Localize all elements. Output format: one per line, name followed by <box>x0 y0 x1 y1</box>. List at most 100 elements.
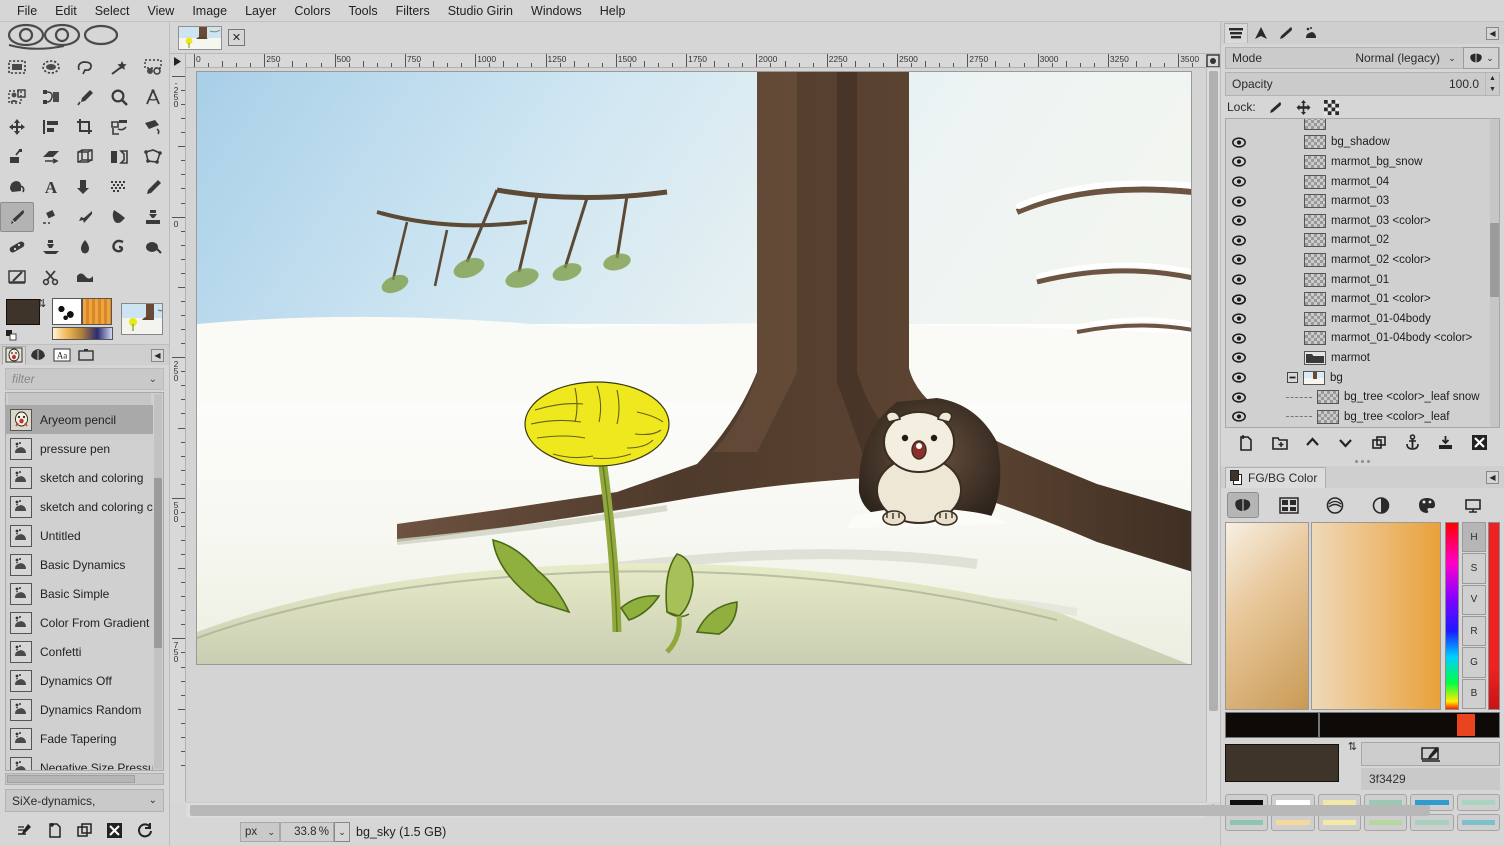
mypaint-brush-icon[interactable] <box>0 262 34 292</box>
layer-row-child[interactable]: bg_tree <color>_leaf <box>1226 407 1489 427</box>
opacity-spinner[interactable]: ▲▼ <box>1485 73 1499 95</box>
dynamics-list[interactable]: Aryeom pencil pressure pen sketch and co… <box>5 392 164 771</box>
zoom-dropdown-button[interactable]: ⌄ <box>334 822 350 842</box>
dynamics-item-dynamics-off[interactable]: Dynamics Off <box>6 666 153 695</box>
layer-row-child[interactable]: bg_tree <color>_leaf snow <box>1226 387 1489 407</box>
refresh-dynamics-icon[interactable] <box>132 819 156 841</box>
color-shade-left[interactable] <box>1225 522 1309 710</box>
layer-name[interactable]: marmot_04 <box>1331 176 1389 188</box>
layer-group-expander-icon[interactable] <box>1286 372 1298 383</box>
dynamics-item-negative-size-pressure[interactable]: Negative Size Pressure <box>6 753 153 770</box>
bucket-fill-icon[interactable] <box>0 172 34 202</box>
layer-visibility-icon[interactable] <box>1232 254 1246 265</box>
layer-visibility-icon[interactable] <box>1232 156 1246 167</box>
layer-name[interactable]: marmot_02 <color> <box>1331 254 1431 266</box>
duplicate-layer-icon[interactable] <box>1367 431 1391 453</box>
color-shade-main[interactable] <box>1311 522 1441 710</box>
dynamics-item-basic-dynamics[interactable]: Basic Dynamics <box>6 550 153 579</box>
new-layer-group-icon[interactable] <box>1267 431 1291 453</box>
edit-dynamics-icon[interactable] <box>13 819 37 841</box>
scissors-select-icon[interactable] <box>34 262 68 292</box>
dynamics-item-dynamics-random[interactable]: Dynamics Random <box>6 695 153 724</box>
layer-thumbnail[interactable] <box>1304 118 1326 130</box>
foreground-select-icon[interactable] <box>0 82 34 112</box>
layer-visibility-icon[interactable] <box>1232 411 1246 422</box>
text-icon[interactable]: A <box>34 172 68 202</box>
layer-name[interactable]: marmot_01-04body <box>1331 313 1431 325</box>
airbrush-icon[interactable] <box>68 202 102 232</box>
layer-row[interactable]: marmot_01-04body <color> <box>1226 329 1489 349</box>
delete-layer-icon[interactable] <box>1467 431 1491 453</box>
layer-name[interactable]: marmot_03 <box>1331 195 1389 207</box>
perspective-clone-icon[interactable] <box>34 232 68 262</box>
dynamics-partial-row-top[interactable] <box>8 393 151 405</box>
layer-row[interactable]: marmot_bg_snow <box>1226 152 1489 172</box>
move-icon[interactable] <box>0 112 34 142</box>
layer-name[interactable]: bg_tree <color>_leaf <box>1344 411 1450 423</box>
color-picker-icon[interactable] <box>68 82 102 112</box>
free-select-icon[interactable] <box>68 52 102 82</box>
channel-s-button[interactable]: S <box>1462 553 1486 583</box>
clone-icon[interactable] <box>136 202 170 232</box>
swatch-button[interactable] <box>1318 814 1361 831</box>
dynamics-filter-field[interactable]: filter ⌄ <box>5 368 164 390</box>
layer-visibility-icon[interactable] <box>1232 313 1246 324</box>
layer-row[interactable]: marmot_01 <color> <box>1226 289 1489 309</box>
cmyk-mode-icon[interactable] <box>1273 492 1305 518</box>
layer-visibility-icon[interactable] <box>1232 294 1246 305</box>
undo-history-tab-icon[interactable] <box>1299 23 1323 43</box>
channel-h-button[interactable]: H <box>1462 522 1486 552</box>
layer-name[interactable]: marmot_01-04body <color> <box>1331 332 1472 344</box>
warp-transform-icon[interactable] <box>68 262 102 292</box>
dynamics-item-aryeom-pencil[interactable]: Aryeom pencil <box>6 405 153 434</box>
merge-down-icon[interactable] <box>1434 431 1458 453</box>
measure-icon[interactable] <box>136 82 170 112</box>
swatch-button[interactable] <box>1271 814 1314 831</box>
pencil-icon[interactable] <box>136 172 170 202</box>
swatch-button[interactable] <box>1457 814 1500 831</box>
horizontal-ruler[interactable]: 0250500750100012501500175020002250250027… <box>186 54 1220 68</box>
layer-name[interactable]: bg <box>1330 372 1343 384</box>
chevron-down-icon[interactable]: ⌄ <box>1444 53 1460 64</box>
layer-thumbnail[interactable] <box>1304 273 1326 287</box>
fonts-tab-icon[interactable]: Aa <box>50 346 74 365</box>
layer-visibility-icon[interactable] <box>1232 196 1246 207</box>
layer-thumbnail[interactable] <box>1304 312 1326 326</box>
layers-dock-menu-icon[interactable]: ◀ <box>1486 27 1499 40</box>
menu-help[interactable]: Help <box>591 2 635 20</box>
layers-scrollbar-thumb[interactable] <box>1490 223 1499 297</box>
layer-row[interactable]: marmot_02 <color> <box>1226 250 1489 270</box>
layer-row[interactable]: marmot_03 <box>1226 191 1489 211</box>
canvas-area[interactable] <box>186 68 1206 802</box>
raise-layer-icon[interactable] <box>1300 431 1324 453</box>
select-by-color-icon[interactable] <box>136 52 170 82</box>
channel-g-button[interactable]: G <box>1462 647 1486 677</box>
scales-mode-icon[interactable] <box>1457 492 1489 518</box>
chevron-down-icon[interactable]: ⌄ <box>149 795 157 806</box>
palette-mode-icon[interactable] <box>1411 492 1443 518</box>
unified-transform-icon[interactable] <box>136 112 170 142</box>
menu-image[interactable]: Image <box>183 2 236 20</box>
layer-opacity-value[interactable]: 100.0 <box>1449 77 1485 91</box>
layer-name[interactable]: marmot_03 <color> <box>1331 215 1431 227</box>
gimp-color-mode-icon[interactable] <box>1227 492 1259 518</box>
layer-mode-value[interactable]: Normal (legacy) <box>1355 51 1444 65</box>
reset-colors-icon[interactable] <box>6 330 17 341</box>
fgbg-color-tab[interactable]: FG/BG Color <box>1225 467 1326 488</box>
dynamics-item-sketch-and-coloring[interactable]: sketch and coloring <box>6 463 153 492</box>
dynamics-hscrollbar[interactable] <box>5 773 164 785</box>
ruler-origin-button[interactable] <box>170 54 186 68</box>
swatch-button[interactable] <box>1457 794 1500 811</box>
fg-bg-large-swatch[interactable]: ⇅ <box>1225 742 1355 792</box>
zoom-field[interactable]: 33.8 % <box>280 822 334 842</box>
swatch-button[interactable] <box>1410 814 1453 831</box>
eraser-icon[interactable] <box>34 202 68 232</box>
alpha-strip[interactable] <box>1488 522 1500 710</box>
hex-value-field[interactable]: 3f3429 <box>1361 768 1500 790</box>
dynamics-item-fade-tapering[interactable]: Fade Tapering <box>6 724 153 753</box>
layer-row[interactable]: bg_shadow <box>1226 133 1489 153</box>
layer-group-thumbnail[interactable] <box>1304 351 1326 365</box>
images-tab-icon[interactable] <box>74 346 98 365</box>
layer-thumbnail[interactable] <box>1304 155 1326 169</box>
cage-transform-icon[interactable] <box>136 142 170 172</box>
